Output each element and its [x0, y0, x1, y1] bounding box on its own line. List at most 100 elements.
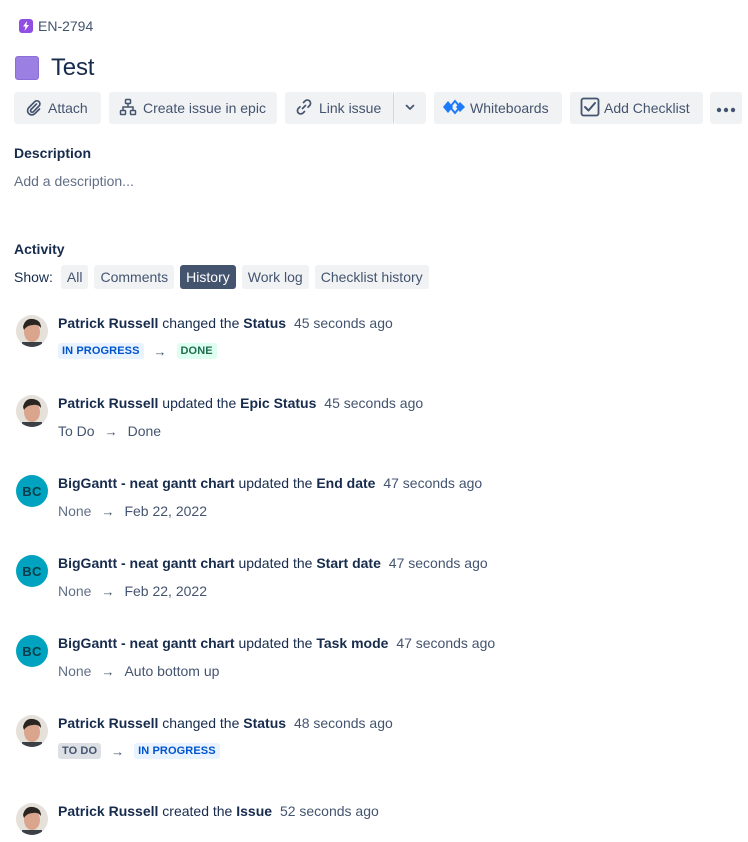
link-icon — [295, 98, 313, 119]
entry-actor[interactable]: Patrick Russell — [58, 395, 158, 411]
lightning-icon — [19, 19, 33, 33]
entry-actor[interactable]: BigGantt - neat gantt chart — [58, 555, 235, 571]
entry-change: TO DO → IN PROGRESS — [58, 743, 220, 759]
entry-summary: BigGantt - neat gantt chart updated the … — [58, 635, 495, 651]
entry-time[interactable]: 45 seconds ago — [294, 315, 393, 331]
entry-change: None → Feb 22, 2022 — [58, 583, 207, 599]
avatar[interactable]: BC — [16, 555, 48, 587]
avatar-initials: BC — [22, 563, 42, 579]
more-actions-button[interactable] — [710, 92, 742, 124]
toolbar: Attach Create issue in epic Link issue W… — [14, 92, 748, 124]
arrow-right-icon: → — [101, 503, 115, 519]
status-lozenge-from: TO DO — [58, 743, 102, 759]
hierarchy-icon — [119, 98, 137, 119]
value-from: To Do — [58, 423, 95, 439]
checkbox-icon — [580, 97, 600, 120]
chevron-down-icon — [404, 100, 416, 116]
add-checklist-label: Add Checklist — [604, 100, 690, 116]
filter-checklist-history[interactable]: Checklist history — [314, 265, 429, 289]
status-lozenge-from: IN PROGRESS — [58, 343, 144, 359]
value-to: Auto bottom up — [124, 663, 220, 679]
title-row: Test — [15, 54, 94, 82]
show-label: Show: — [14, 269, 53, 285]
filter-all[interactable]: All — [60, 265, 89, 289]
entry-time[interactable]: 52 seconds ago — [280, 803, 379, 819]
breadcrumb-issue-key[interactable]: EN-2794 — [38, 18, 93, 34]
entry-summary: Patrick Russell changed the Status 45 se… — [58, 315, 393, 331]
entry-verb: changed the — [162, 315, 240, 331]
entry-verb: updated the — [162, 395, 237, 411]
entry-actor[interactable]: Patrick Russell — [58, 803, 158, 819]
avatar[interactable] — [16, 315, 48, 347]
entry-field: Epic Status — [240, 395, 317, 411]
entry-change: IN PROGRESS → DONE — [58, 343, 217, 359]
avatar[interactable] — [16, 715, 48, 747]
entry-time[interactable]: 45 seconds ago — [324, 395, 423, 411]
entry-summary: Patrick Russell updated the Epic Status … — [58, 395, 423, 411]
entry-verb: updated the — [238, 635, 313, 651]
breadcrumb[interactable]: EN-2794 — [19, 18, 93, 34]
filter-work-log[interactable]: Work log — [241, 265, 309, 289]
arrow-right-icon: → — [104, 423, 118, 439]
entry-verb: updated the — [238, 475, 313, 491]
description-field[interactable]: Add a description... — [14, 173, 134, 189]
entry-field: Status — [243, 715, 287, 731]
link-issue-button[interactable]: Link issue — [285, 92, 393, 124]
avatar-initials: BC — [22, 643, 42, 659]
arrow-right-icon: → — [153, 343, 167, 359]
entry-change: None → Feb 22, 2022 — [58, 503, 207, 519]
entry-time[interactable]: 47 seconds ago — [389, 555, 488, 571]
entry-verb: changed the — [162, 715, 240, 731]
epic-color-icon — [15, 56, 39, 80]
entry-summary: BigGantt - neat gantt chart updated the … — [58, 555, 488, 571]
entry-field: Status — [243, 315, 287, 331]
entry-summary: BigGantt - neat gantt chart updated the … — [58, 475, 482, 491]
entry-time[interactable]: 48 seconds ago — [294, 715, 393, 731]
link-issue-label: Link issue — [319, 100, 382, 116]
whiteboards-icon — [442, 98, 466, 118]
status-lozenge-to: DONE — [176, 343, 217, 359]
attach-label: Attach — [48, 100, 88, 116]
page-title[interactable]: Test — [51, 54, 94, 82]
avatar[interactable]: BC — [16, 475, 48, 507]
whiteboards-label: Whiteboards — [470, 100, 549, 116]
entry-actor[interactable]: BigGantt - neat gantt chart — [58, 475, 235, 491]
entry-time[interactable]: 47 seconds ago — [383, 475, 482, 491]
value-from: None — [58, 583, 92, 599]
avatar[interactable] — [16, 395, 48, 427]
entry-field: End date — [316, 475, 376, 491]
add-checklist-button[interactable]: Add Checklist — [570, 92, 703, 124]
value-from: None — [58, 503, 92, 519]
create-issue-in-epic-label: Create issue in epic — [143, 100, 266, 116]
value-to: Done — [127, 423, 162, 439]
entry-change: To Do → Done — [58, 423, 161, 439]
avatar[interactable]: BC — [16, 635, 48, 667]
entry-field: Task mode — [316, 635, 389, 651]
create-issue-in-epic-button[interactable]: Create issue in epic — [109, 92, 277, 124]
value-from: None — [58, 663, 92, 679]
avatar[interactable] — [16, 803, 48, 835]
entry-time[interactable]: 47 seconds ago — [396, 635, 495, 651]
more-icon — [716, 100, 736, 116]
entry-summary: Patrick Russell changed the Status 48 se… — [58, 715, 393, 731]
filter-comments[interactable]: Comments — [94, 265, 175, 289]
entry-actor[interactable]: Patrick Russell — [58, 315, 158, 331]
activity-heading: Activity — [14, 241, 65, 257]
entry-summary: Patrick Russell created the Issue 52 sec… — [58, 803, 379, 819]
avatar-initials: BC — [22, 483, 42, 499]
whiteboards-button[interactable]: Whiteboards — [434, 92, 562, 124]
paperclip-icon — [24, 98, 42, 119]
link-issue-dropdown-button[interactable] — [394, 92, 426, 124]
value-to: Feb 22, 2022 — [124, 503, 207, 519]
entry-actor[interactable]: Patrick Russell — [58, 715, 158, 731]
entry-actor[interactable]: BigGantt - neat gantt chart — [58, 635, 235, 651]
attach-button[interactable]: Attach — [14, 92, 101, 124]
entry-verb: created the — [162, 803, 233, 819]
value-to: Feb 22, 2022 — [124, 583, 207, 599]
entry-verb: updated the — [238, 555, 313, 571]
arrow-right-icon: → — [101, 583, 115, 599]
description-heading: Description — [14, 145, 92, 161]
arrow-right-icon: → — [111, 743, 125, 759]
filter-history[interactable]: History — [180, 265, 236, 289]
entry-field: Start date — [316, 555, 381, 571]
